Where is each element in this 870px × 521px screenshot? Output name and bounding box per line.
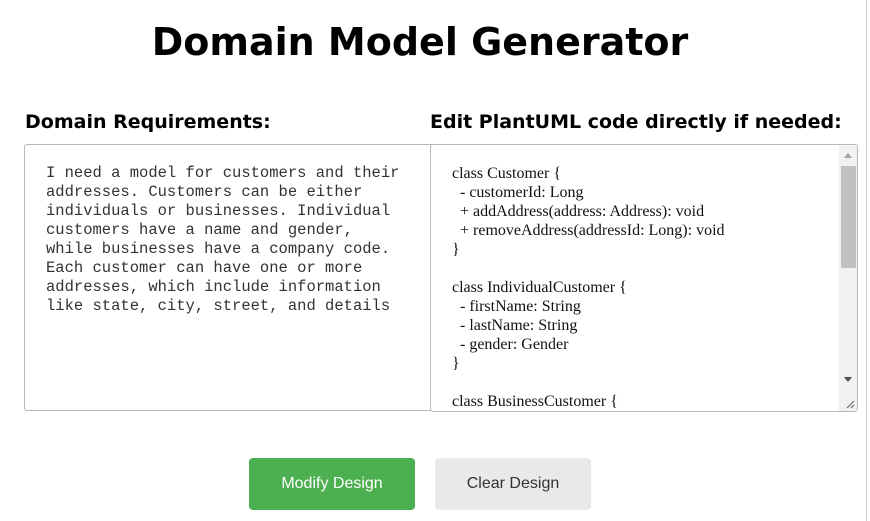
requirements-text: I need a model for customers and their a… [46, 164, 400, 315]
requirements-label: Domain Requirements: [25, 111, 271, 133]
vertical-scrollbar[interactable] [839, 145, 857, 395]
page-title: Domain Model Generator [151, 20, 689, 64]
plantuml-label: Edit PlantUML code directly if needed: [430, 111, 842, 133]
requirements-textarea[interactable]: I need a model for customers and their a… [24, 144, 432, 411]
plantuml-code-text: class Customer { - customerId: Long + ad… [452, 165, 725, 410]
chevron-up-icon[interactable] [839, 147, 857, 164]
window-edge [866, 0, 867, 521]
modify-design-button[interactable]: Modify Design [249, 458, 415, 510]
clear-design-button[interactable]: Clear Design [435, 458, 591, 510]
scrollbar-thumb[interactable] [841, 166, 856, 268]
plantuml-code-editor[interactable]: class Customer { - customerId: Long + ad… [430, 144, 858, 412]
resize-grip-icon [846, 400, 855, 409]
chevron-down-icon[interactable] [839, 371, 857, 388]
resize-handle[interactable] [839, 395, 857, 411]
